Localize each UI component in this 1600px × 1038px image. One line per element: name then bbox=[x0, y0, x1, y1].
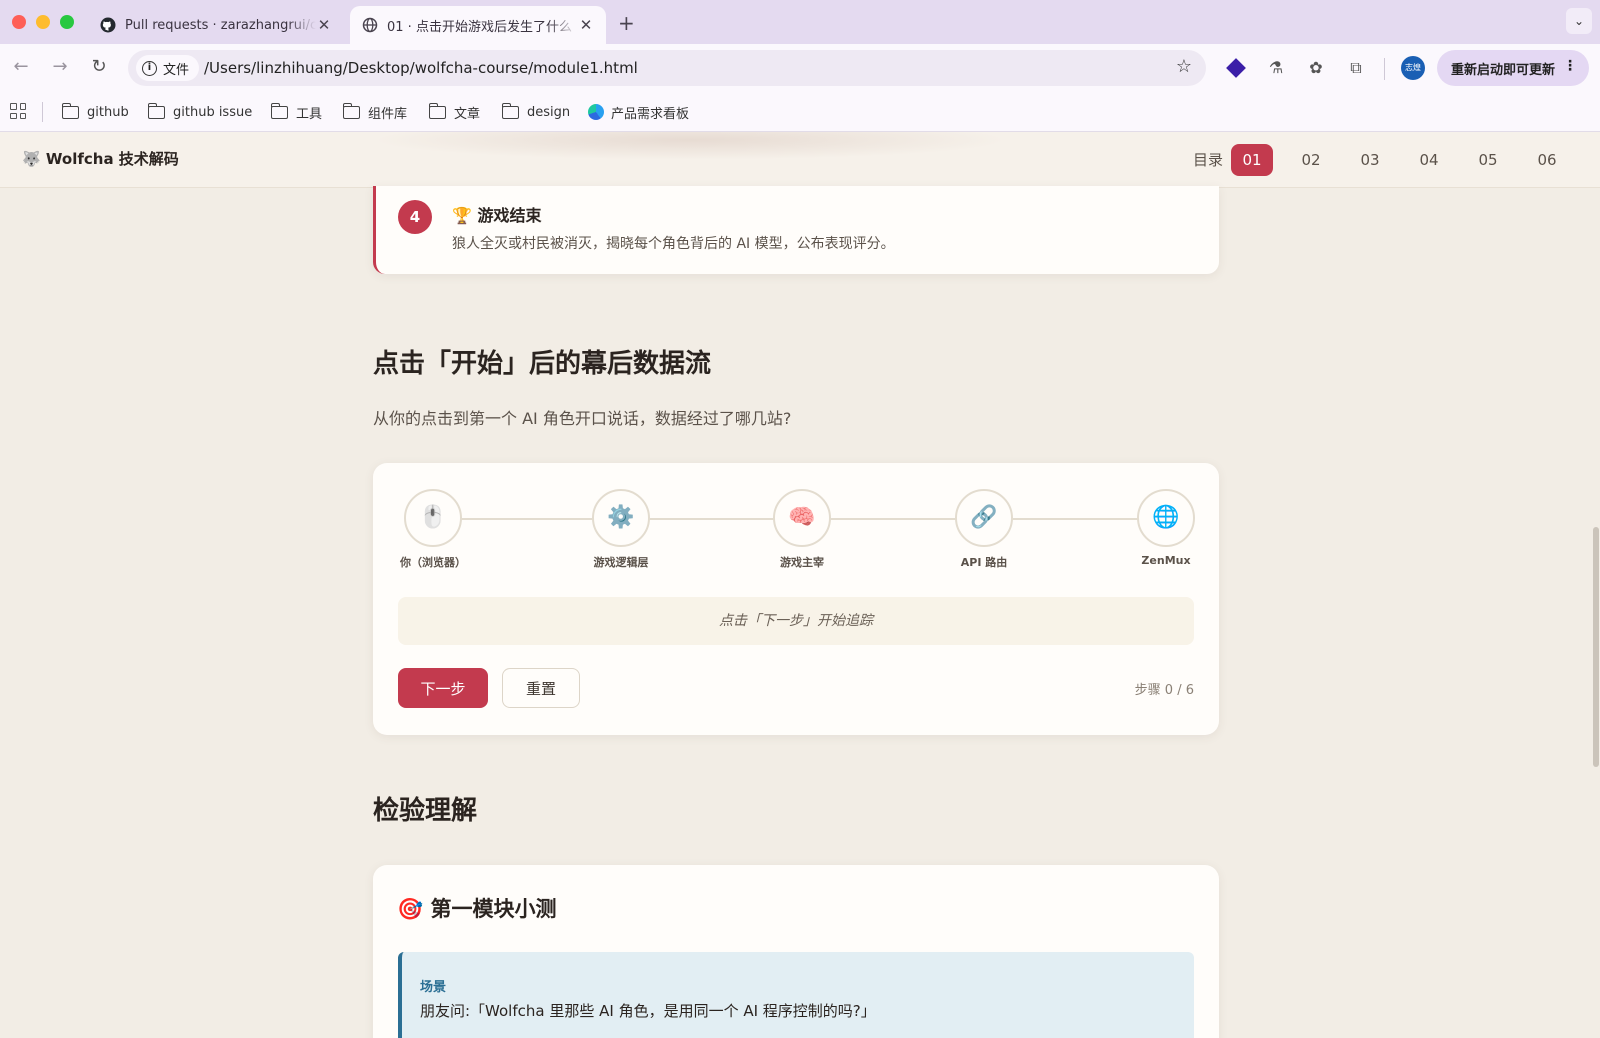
page-scrollbar[interactable] bbox=[1593, 527, 1599, 767]
apps-grid-icon[interactable] bbox=[10, 103, 26, 119]
nav-toc-link[interactable]: 目录 bbox=[1182, 144, 1234, 176]
node-label-api: API 路由 bbox=[960, 556, 1008, 569]
node-api-link-icon: 🔗 bbox=[955, 489, 1013, 547]
page-content: 🐺 Wolfcha 技术解码 目录 01 02 03 04 05 06 4 🏆 … bbox=[0, 132, 1600, 1038]
extension-cluster-icon[interactable]: ✿ bbox=[1304, 56, 1328, 80]
browser-window: Pull requests · zarazhangrui/claude-cour… bbox=[0, 0, 1600, 1038]
node-label-zenmux: ZenMux bbox=[1141, 554, 1191, 567]
folder-icon bbox=[342, 102, 360, 119]
bookmark-label: design bbox=[527, 104, 571, 120]
globe-icon bbox=[362, 17, 378, 33]
node-logic-gear-icon: ⚙️ bbox=[592, 489, 650, 547]
update-button[interactable]: 重新启动即可更新 ⋮ bbox=[1437, 50, 1589, 86]
close-tab-icon[interactable]: ✕ bbox=[578, 16, 594, 34]
bookmark-articles[interactable]: 文章 bbox=[428, 92, 481, 132]
url-text[interactable]: /Users/linzhihuang/Desktop/wolfcha-cours… bbox=[204, 59, 638, 77]
tab-strip: Pull requests · zarazhangrui/claude-cour… bbox=[0, 0, 1600, 44]
profile-avatar[interactable]: 志煌 bbox=[1401, 56, 1425, 80]
quiz-heading: 检验理解 bbox=[373, 796, 478, 826]
bookmark-star-icon[interactable]: ☆ bbox=[1176, 56, 1192, 77]
scenario-text: 朋友问:「Wolfcha 里那些 AI 角色，是用同一个 AI 程序控制的吗?」 bbox=[420, 1002, 876, 1020]
more-menu-icon[interactable]: ⋮ bbox=[1563, 58, 1577, 74]
github-icon bbox=[100, 17, 116, 33]
step-counter: 步骤 0 / 6 bbox=[1134, 683, 1194, 698]
update-label: 重新启动即可更新 bbox=[1451, 62, 1556, 78]
tab-label: 01 · 点击开始游戏后发生了什么 bbox=[387, 19, 572, 35]
dataflow-heading: 点击「开始」后的幕后数据流 bbox=[373, 349, 712, 379]
step-number-badge: 4 bbox=[398, 200, 432, 234]
extension-diamond-icon[interactable] bbox=[1224, 56, 1248, 80]
extensions-puzzle-icon[interactable]: ⧉ bbox=[1344, 56, 1368, 80]
close-window-button[interactable] bbox=[12, 15, 26, 29]
zoom-window-button[interactable] bbox=[60, 15, 74, 29]
folder-icon bbox=[428, 102, 446, 119]
bookmark-github[interactable]: github bbox=[61, 92, 129, 132]
scenario-box: 场景 朋友问:「Wolfcha 里那些 AI 角色，是用同一个 AI 程序控制的… bbox=[398, 952, 1194, 1038]
bookmark-tools[interactable]: 工具 bbox=[270, 92, 323, 132]
nav-module-04[interactable]: 04 bbox=[1408, 144, 1450, 176]
nav-module-03[interactable]: 03 bbox=[1349, 144, 1391, 176]
trace-hint: 点击「下一步」开始追踪 bbox=[398, 597, 1194, 645]
site-info-chip[interactable]: i 文件 bbox=[136, 55, 200, 81]
next-step-button[interactable]: 下一步 bbox=[398, 668, 488, 708]
node-master-brain-icon: 🧠 bbox=[773, 489, 831, 547]
bookmark-product-board[interactable]: 产品需求看板 bbox=[588, 92, 689, 132]
back-arrow-icon[interactable]: ← bbox=[9, 56, 33, 77]
node-label-master: 游戏主宰 bbox=[780, 556, 824, 569]
quiz-card: 🎯 第一模块小测 场景 朋友问:「Wolfcha 里那些 AI 角色，是用同一个… bbox=[373, 865, 1219, 1038]
step-description: 狼人全灭或村民被消灭，揭晓每个角色背后的 AI 模型，公布表现评分。 bbox=[452, 236, 895, 252]
extension-translate-icon[interactable]: ⚗ bbox=[1264, 56, 1288, 80]
bookmark-label: 工具 bbox=[296, 106, 323, 122]
step-card-game-over: 4 🏆 游戏结束 狼人全灭或村民被消灭，揭晓每个角色背后的 AI 模型，公布表现… bbox=[373, 186, 1219, 274]
bookmark-components[interactable]: 组件库 bbox=[342, 92, 408, 132]
quiz-title: 🎯 第一模块小测 bbox=[397, 896, 557, 921]
info-icon: i bbox=[142, 60, 157, 76]
address-bar[interactable]: i 文件 /Users/linzhihuang/Desktop/wolfcha-… bbox=[128, 50, 1206, 86]
bookmark-label: 文章 bbox=[454, 106, 481, 122]
close-tab-icon[interactable]: ✕ bbox=[316, 16, 332, 34]
reset-button[interactable]: 重置 bbox=[502, 668, 580, 708]
bookmark-github-issue[interactable]: github issue bbox=[147, 92, 253, 132]
site-nav: 🐺 Wolfcha 技术解码 目录 01 02 03 04 05 06 bbox=[0, 132, 1600, 188]
tab-search-chevron-icon[interactable]: ⌄ bbox=[1566, 8, 1592, 34]
folder-icon bbox=[501, 102, 519, 119]
app-logo-icon bbox=[588, 104, 604, 120]
bookmarks-divider bbox=[42, 102, 43, 122]
folder-icon bbox=[270, 102, 288, 119]
step-title: 🏆 游戏结束 bbox=[452, 206, 542, 225]
node-label-browser: 你（浏览器） bbox=[400, 556, 466, 569]
bookmark-label: 组件库 bbox=[368, 106, 408, 122]
tab-pull-requests[interactable]: Pull requests · zarazhangrui/claude-cour… bbox=[88, 6, 344, 44]
new-tab-button[interactable]: + bbox=[618, 11, 635, 35]
tab-module1[interactable]: 01 · 点击开始游戏后发生了什么 ✕ bbox=[350, 6, 606, 44]
folder-icon bbox=[147, 102, 165, 119]
bookmarks-bar: github github issue 工具 组件库 文章 design 产品需… bbox=[0, 92, 1600, 132]
bookmark-label: 产品需求看板 bbox=[611, 106, 690, 122]
browser-toolbar: ← → ↻ i 文件 /Users/linzhihuang/Desktop/wo… bbox=[0, 44, 1600, 92]
node-browser-mouse-icon: 🖱️ bbox=[404, 489, 462, 547]
nav-module-02[interactable]: 02 bbox=[1290, 144, 1332, 176]
minimize-window-button[interactable] bbox=[36, 15, 50, 29]
dataflow-widget: 🖱️ 你（浏览器） ⚙️ 游戏逻辑层 🧠 游戏主宰 🔗 API 路由 🌐 Zen… bbox=[373, 463, 1219, 735]
bookmark-label: github bbox=[87, 104, 129, 120]
bookmark-label: github issue bbox=[173, 104, 253, 120]
tab-label: Pull requests · zarazhangrui/claude-cour… bbox=[125, 17, 316, 33]
nav-glow bbox=[370, 132, 1010, 160]
dataflow-subtitle: 从你的点击到第一个 AI 角色开口说话，数据经过了哪几站? bbox=[373, 409, 792, 428]
node-label-logic: 游戏逻辑层 bbox=[593, 556, 649, 569]
nav-module-06[interactable]: 06 bbox=[1526, 144, 1568, 176]
reload-icon[interactable]: ↻ bbox=[87, 56, 111, 77]
site-chip-label: 文件 bbox=[163, 62, 190, 78]
folder-icon bbox=[61, 102, 79, 119]
nav-module-01[interactable]: 01 bbox=[1231, 144, 1273, 176]
node-zenmux-globe-icon: 🌐 bbox=[1137, 489, 1195, 547]
toolbar-divider bbox=[1384, 58, 1385, 80]
scenario-label: 场景 bbox=[420, 980, 447, 995]
forward-arrow-icon[interactable]: → bbox=[48, 56, 72, 77]
bookmark-design[interactable]: design bbox=[501, 92, 571, 132]
nav-module-05[interactable]: 05 bbox=[1467, 144, 1509, 176]
site-brand[interactable]: 🐺 Wolfcha 技术解码 bbox=[22, 148, 179, 169]
